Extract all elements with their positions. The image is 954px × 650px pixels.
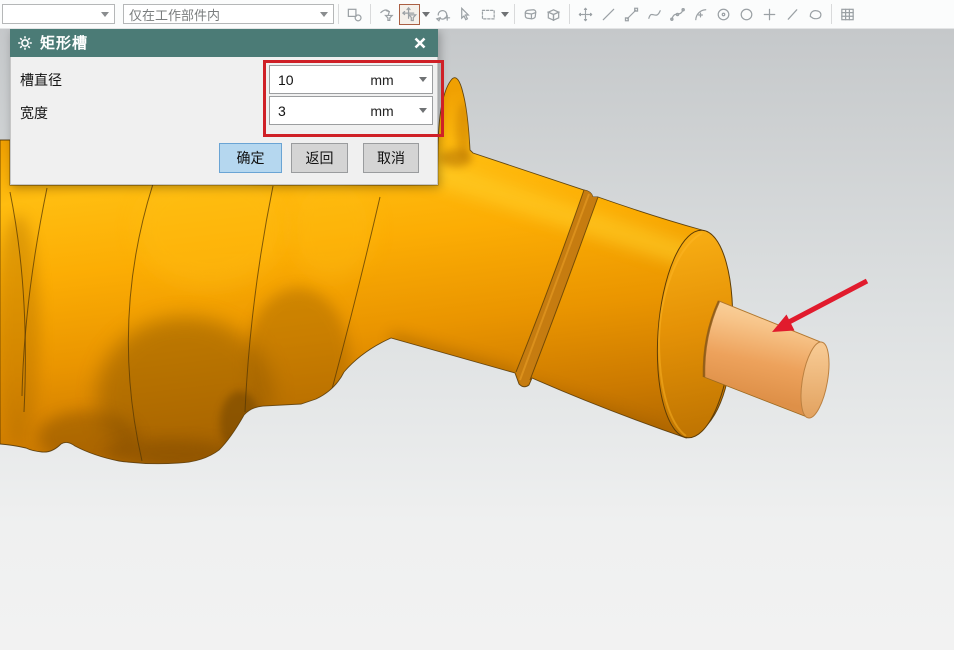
dialog-fields: mm mm <box>269 65 433 127</box>
ok-button[interactable]: 确定 <box>219 143 282 173</box>
toolbar-separator <box>569 4 570 24</box>
spline-points-icon[interactable] <box>667 4 688 25</box>
scope-selector-dropdown[interactable]: 仅在工作部件内 <box>123 4 334 24</box>
gear-icon <box>18 35 32 50</box>
top-toolbar: 仅在工作部件内 <box>0 0 954 29</box>
chevron-down-icon[interactable] <box>421 11 431 17</box>
dialog-titlebar[interactable]: 矩形槽 <box>10 28 438 57</box>
scope-selector-value: 仅在工作部件内 <box>129 7 221 23</box>
circle-center-icon[interactable] <box>713 4 734 25</box>
close-button[interactable] <box>409 32 431 54</box>
dialog-buttons: 确定 返回 取消 <box>11 143 437 173</box>
toolbar-separator <box>370 4 371 24</box>
rectangular-groove-dialog: 矩形槽 槽直径 宽度 mm mm 确定 返回 取消 <box>10 28 444 185</box>
select-pointer-icon[interactable] <box>455 4 476 25</box>
groove-diameter-label: 槽直径 <box>20 72 62 88</box>
wireframe-solid-icon[interactable] <box>520 4 541 25</box>
assembly-constraints-icon[interactable] <box>344 4 365 25</box>
snap-point-filter-icon[interactable] <box>399 3 420 25</box>
toolbar-separator <box>831 4 832 24</box>
line-endpoints-icon[interactable] <box>621 4 642 25</box>
chevron-down-icon[interactable] <box>418 108 427 113</box>
line-icon[interactable] <box>598 4 619 25</box>
close-icon <box>414 37 426 48</box>
chevron-down-icon[interactable] <box>418 77 427 82</box>
selection-rectangle-icon[interactable] <box>478 4 499 25</box>
groove-diameter-unit: mm <box>370 71 394 88</box>
toolbar-separator <box>514 4 515 24</box>
chevron-down-icon <box>320 11 328 17</box>
arrow-filter-icon[interactable] <box>376 4 397 25</box>
arc-center-icon[interactable] <box>690 4 711 25</box>
reset-filter-icon[interactable] <box>432 4 453 25</box>
face-icon[interactable] <box>805 4 826 25</box>
grid-icon[interactable] <box>837 4 858 25</box>
curve-icon[interactable] <box>644 4 665 25</box>
cancel-button[interactable]: 取消 <box>363 143 419 173</box>
snap-point-icon[interactable] <box>575 4 596 25</box>
groove-width-unit: mm <box>370 102 394 119</box>
circle-icon[interactable] <box>736 4 757 25</box>
dialog-title: 矩形槽 <box>40 35 89 52</box>
solid-cube-icon[interactable] <box>543 4 564 25</box>
groove-width-input[interactable] <box>278 102 350 119</box>
groove-width-field: mm <box>269 96 433 125</box>
chevron-down-icon <box>101 11 109 17</box>
toolbar-separator <box>338 4 339 24</box>
point-plus-icon[interactable] <box>759 4 780 25</box>
slash-icon[interactable] <box>782 4 803 25</box>
groove-diameter-input[interactable] <box>278 71 350 88</box>
groove-diameter-field: mm <box>269 65 433 94</box>
dialog-body: 槽直径 宽度 mm mm 确定 返回 取消 <box>10 57 444 185</box>
groove-width-label: 宽度 <box>20 105 48 121</box>
chevron-down-icon[interactable] <box>500 11 510 17</box>
back-button[interactable]: 返回 <box>291 143 348 173</box>
selection-filter-dropdown[interactable] <box>2 4 115 24</box>
annotation-arrow <box>772 278 869 332</box>
end-journal <box>702 300 830 419</box>
